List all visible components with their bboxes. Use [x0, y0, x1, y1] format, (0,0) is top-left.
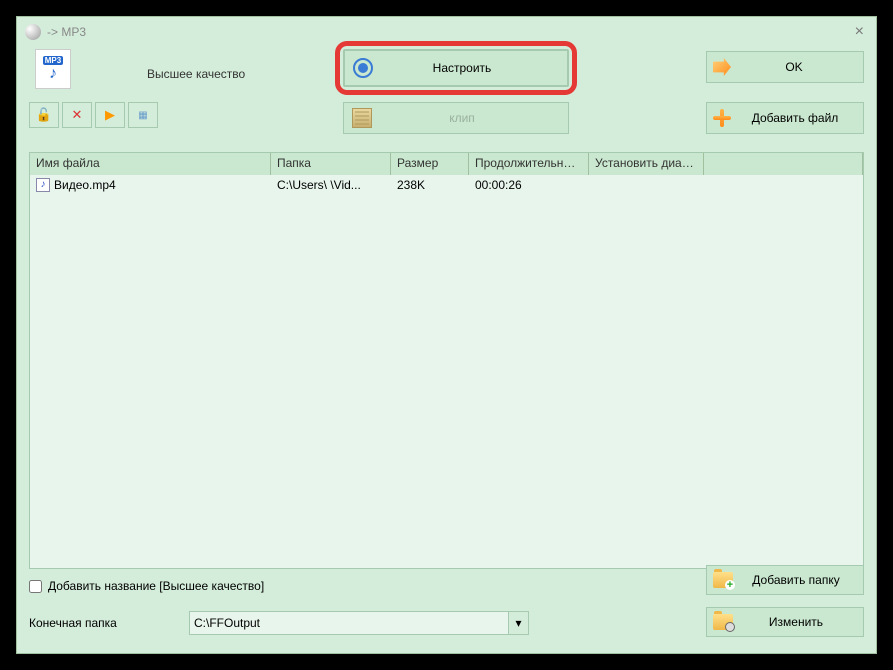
quality-label: Высшее качество	[147, 67, 245, 81]
tool-delete-button[interactable]: ✕	[62, 102, 92, 128]
col-size[interactable]: Размер	[391, 153, 469, 175]
col-range[interactable]: Установить диапа...	[589, 153, 704, 175]
app-window: -> MP3 × MP3 ♪ Высшее качество Настроить…	[16, 16, 877, 654]
format-badge-mp3[interactable]: MP3 ♪	[35, 49, 71, 89]
table-row[interactable]: ♪Видео.mp4 C:\Users\ \Vid... 238K 00:00:…	[30, 175, 863, 195]
configure-button[interactable]: Настроить	[343, 49, 569, 87]
add-name-checkbox[interactable]	[29, 580, 42, 593]
clip-button[interactable]: клип	[343, 102, 569, 134]
cell-folder: C:\Users\ \Vid...	[271, 176, 391, 194]
close-icon[interactable]: ×	[851, 23, 868, 41]
output-path-combo[interactable]: C:\FFOutput ▾	[189, 611, 529, 635]
folder-gear-icon	[713, 614, 733, 630]
folder-plus-icon	[713, 572, 733, 588]
plus-icon	[713, 109, 731, 127]
footer-buttons: Добавить папку Изменить	[706, 565, 864, 637]
col-folder[interactable]: Папка	[271, 153, 391, 175]
window-title: -> MP3	[47, 25, 86, 39]
col-duration[interactable]: Продолжительность	[469, 153, 589, 175]
chevron-down-icon[interactable]: ▾	[508, 612, 528, 634]
col-empty	[704, 153, 863, 175]
cell-name: ♪Видео.mp4	[30, 176, 271, 195]
mini-toolbar: 🔓 ✕ ▶ ▦	[29, 102, 158, 128]
output-path-value: C:\FFOutput	[194, 616, 260, 630]
ok-label: OK	[749, 60, 863, 74]
tool-info-button[interactable]: ▦	[128, 102, 158, 128]
table-header: Имя файла Папка Размер Продолжительность…	[30, 153, 863, 175]
clip-label: клип	[386, 111, 568, 125]
add-folder-button[interactable]: Добавить папку	[706, 565, 864, 595]
change-button[interactable]: Изменить	[706, 607, 864, 637]
ok-button[interactable]: OK	[706, 51, 864, 83]
add-file-button[interactable]: Добавить файл	[706, 102, 864, 134]
add-folder-label: Добавить папку	[747, 573, 863, 587]
titlebar: -> MP3 ×	[17, 17, 876, 47]
table-body: ♪Видео.mp4 C:\Users\ \Vid... 238K 00:00:…	[30, 175, 863, 568]
change-label: Изменить	[747, 615, 863, 629]
output-label: Конечная папка	[29, 616, 179, 630]
add-name-label: Добавить название [Высшее качество]	[48, 579, 264, 593]
cell-duration: 00:00:26	[469, 176, 589, 194]
arrow-right-icon	[713, 58, 731, 76]
toolbar-area: MP3 ♪ Высшее качество Настроить OK 🔓 ✕ ▶…	[17, 47, 876, 152]
add-file-label: Добавить файл	[745, 111, 863, 125]
film-icon	[352, 108, 372, 128]
gear-icon	[353, 58, 373, 78]
file-table: Имя файла Папка Размер Продолжительность…	[29, 152, 864, 569]
configure-label: Настроить	[387, 61, 567, 75]
tool-remove-button[interactable]: 🔓	[29, 102, 59, 128]
tool-play-button[interactable]: ▶	[95, 102, 125, 128]
app-icon	[25, 24, 41, 40]
col-name[interactable]: Имя файла	[30, 153, 271, 175]
cell-range	[589, 183, 704, 187]
video-file-icon: ♪	[36, 178, 50, 192]
cell-size: 238K	[391, 176, 469, 194]
footer-area: Добавить название [Высшее качество] Коне…	[17, 569, 876, 653]
